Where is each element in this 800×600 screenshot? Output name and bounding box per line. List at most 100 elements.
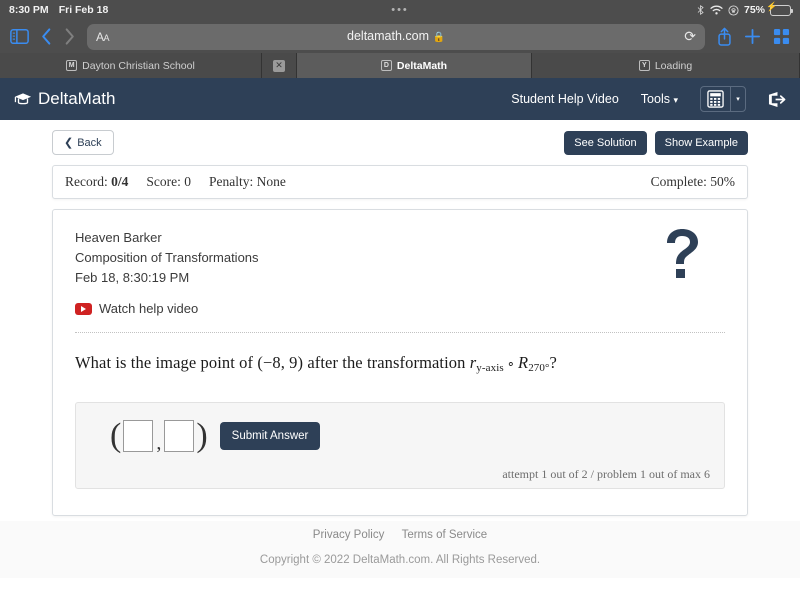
open-paren: ( [110,416,122,454]
browser-tab-title: DeltaMath [396,59,448,72]
record-bar: Record: 0/4 Score: 0 Penalty: None Compl… [52,165,748,199]
problem-card: Heaven Barker Composition of Transformat… [52,209,748,516]
calculator-button-group[interactable]: ▾ [700,86,746,112]
question-point: (−8, 9) [257,352,304,372]
ios-status-bar: 8:30 PM Fri Feb 18 ••• 75% ⚡ [0,0,800,20]
back-button[interactable]: ❮ Back [52,130,114,155]
privacy-policy-link[interactable]: Privacy Policy [313,529,385,541]
footer-links: Privacy Policy Terms of Service [0,529,800,541]
tools-menu[interactable]: Tools ▾ [641,92,678,106]
page-footer: Privacy Policy Terms of Service Copyrigh… [0,521,800,578]
question-middle: after the transformation [307,352,466,372]
favicon-icon: Y [638,60,650,71]
tab-grid-icon[interactable] [773,28,790,45]
browser-tab-loading[interactable]: Y Loading [532,53,800,78]
attempt-status: attempt 1 out of 2 / problem 1 out of ma… [502,466,710,481]
bluetooth-icon [696,5,705,15]
back-button-label: Back [77,136,102,149]
answer-box: ( , ) Submit Answer attempt 1 out of 2 /… [75,401,725,489]
problem-card-header: Heaven Barker Composition of Transformat… [75,228,725,320]
score-label: Score: [146,174,181,189]
question-trailing: ? [549,352,557,372]
favicon-icon: M [66,60,78,71]
see-solution-button[interactable]: See Solution [564,130,647,155]
browser-tab-dayton-christian-school[interactable]: M Dayton Christian School [0,53,262,78]
safari-toolbar: AA deltamath.com 🔒 ⟳ [0,20,800,53]
status-bar-left: 8:30 PM Fri Feb 18 [9,4,108,16]
close-tab-button[interactable]: ✕ [262,53,297,78]
status-date: Fri Feb 18 [58,4,109,16]
wifi-icon [710,5,723,15]
deltamath-header: DeltaMath Student Help Video Tools ▾ ▾ [0,78,800,120]
plus-icon[interactable] [744,28,761,45]
close-icon: ✕ [273,59,285,72]
record-value: 0/4 [111,174,129,189]
penalty-stat: Penalty: None [209,174,286,190]
sidebar-icon[interactable] [10,29,29,44]
forward-icon [64,28,75,45]
battery-charging-icon: ⚡ [766,1,793,16]
browser-tab-title: Dayton Christian School [82,59,195,72]
student-help-video-link[interactable]: Student Help Video [511,92,619,106]
complete-value: 50% [710,174,735,189]
answer-row: ( , ) Submit Answer [90,417,710,455]
share-icon[interactable] [717,27,732,46]
page-body: ❮ Back See Solution Show Example Record:… [0,120,800,578]
orientation-lock-icon [728,4,739,16]
show-example-button[interactable]: Show Example [654,130,748,155]
calculator-chevron-down-icon[interactable]: ▾ [730,87,745,111]
reflection-subscript: y-axis [476,361,504,374]
penalty-label: Penalty: [209,174,254,189]
answer-x-input[interactable] [123,419,154,452]
browser-tab-title: Loading [654,59,693,72]
submit-answer-button[interactable]: Submit Answer [219,421,321,450]
safari-tab-bar: M Dayton Christian School ✕ D DeltaMath … [0,53,800,78]
status-bar-right: 75% ⚡ [696,1,793,16]
watch-help-video-label: Watch help video [99,301,199,317]
record-stat: Record: 0/4 [65,174,128,190]
question-lead: What is the image point of [75,352,254,372]
chevron-left-icon: ❮ [64,137,74,149]
browser-tab-deltamath[interactable]: D DeltaMath [297,53,532,78]
deltamath-logo[interactable]: DeltaMath [14,89,115,109]
deltamath-nav: Student Help Video Tools ▾ ▾ [511,86,786,112]
rotation-symbol: R [518,352,529,372]
status-time: 8:30 PM [9,4,49,16]
question-mark-icon [661,228,703,280]
composition-operator: ∘ [506,355,515,371]
question-text: What is the image point of (−8, 9) after… [75,333,725,374]
problem-timestamp: Feb 18, 8:30:19 PM [75,270,190,286]
assignment-title: Composition of Transformations [75,250,259,266]
youtube-icon [75,303,92,316]
watch-help-video-link[interactable]: Watch help video [75,299,259,319]
score-value: 0 [184,174,192,189]
favicon-icon: D [380,60,392,71]
ipad-safari-window: 8:30 PM Fri Feb 18 ••• 75% ⚡ AA deltamat… [0,0,800,600]
record-label: Record: [65,174,108,189]
action-row: ❮ Back See Solution Show Example [0,120,800,155]
answer-y-input[interactable] [164,419,195,452]
penalty-value: None [256,174,286,189]
tools-label: Tools [640,92,670,106]
address-bar-url: deltamath.com 🔒 [347,28,445,43]
problem-meta: Heaven Barker Composition of Transformat… [75,228,259,320]
complete-stat: Complete: 50% [651,174,735,190]
reload-icon[interactable]: ⟳ [684,28,696,45]
calculator-icon[interactable] [701,87,730,111]
student-name: Heaven Barker [75,230,162,245]
terms-of-service-link[interactable]: Terms of Service [402,529,488,541]
back-icon[interactable] [41,28,52,45]
copyright-text: Copyright © 2022 DeltaMath.com. All Righ… [259,554,541,566]
multitask-dots[interactable]: ••• [0,0,800,20]
battery-percent: 75% [743,4,765,16]
address-bar[interactable]: AA deltamath.com 🔒 ⟳ [87,23,705,50]
chevron-down-icon: ▾ [673,95,678,105]
close-paren: ) [196,416,208,454]
complete-label: Complete: [650,174,707,189]
score-stat: Score: 0 [146,174,191,190]
graduation-cap-icon [14,92,32,106]
lock-icon: 🔒 [432,31,445,43]
rotation-subscript: 270° [528,361,550,374]
logout-icon[interactable] [768,91,786,108]
deltamath-logo-text: DeltaMath [38,89,116,108]
